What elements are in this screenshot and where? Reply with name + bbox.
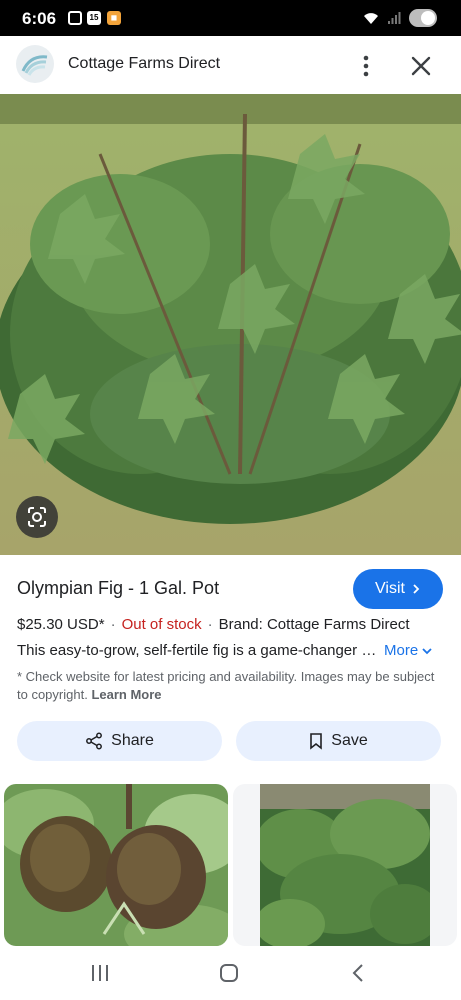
app-notification-icon: ◼ — [107, 11, 121, 25]
learn-more-link[interactable]: Learn More — [91, 687, 161, 702]
disclaimer-text: * Check website for latest pricing and a… — [17, 669, 435, 702]
wifi-icon — [364, 13, 378, 24]
separator: · — [207, 616, 213, 633]
more-button[interactable]: More — [384, 642, 433, 659]
system-nav-bar — [0, 946, 461, 1000]
price-row: $25.30 USD* · Out of stock · Brand: Cottage … — [17, 616, 410, 633]
disclaimer: * Check website for latest pricing and a… — [17, 668, 437, 704]
close-icon[interactable] — [407, 52, 435, 80]
description-row: This easy-to-grow, self-fertile fig is a… — [17, 642, 447, 659]
price: $25.30 USD* — [17, 616, 105, 633]
signal-icon — [388, 12, 401, 24]
chevron-down-icon — [422, 647, 432, 654]
status-right-group — [363, 9, 437, 27]
screenshot-icon — [68, 11, 82, 25]
more-vert-icon[interactable] — [352, 52, 380, 80]
more-label: More — [384, 642, 419, 659]
back-icon[interactable] — [345, 960, 373, 986]
separator: · — [110, 616, 116, 633]
stock-status: Out of stock — [121, 616, 202, 633]
lens-search-button[interactable] — [16, 496, 58, 538]
related-image-bush[interactable] — [233, 784, 457, 946]
bookmark-icon — [310, 733, 323, 750]
site-logo[interactable] — [16, 45, 54, 83]
save-button[interactable]: Save — [236, 721, 441, 761]
status-time: 6:06 — [22, 9, 57, 28]
recent-apps-icon[interactable] — [86, 960, 114, 986]
share-button[interactable]: Share — [17, 721, 222, 761]
product-title: Olympian Fig - 1 Gal. Pot — [17, 578, 220, 598]
site-name[interactable]: Cottage Farms Direct — [68, 55, 220, 73]
visit-label: Visit — [375, 580, 405, 597]
calendar-icon: 15 — [87, 11, 101, 25]
share-label: Share — [111, 732, 154, 749]
chevron-right-icon — [413, 584, 420, 594]
product-image[interactable] — [0, 94, 461, 555]
description: This easy-to-grow, self-fertile fig is a… — [17, 642, 379, 659]
share-icon — [86, 732, 103, 750]
status-bar: 6:06 15 ◼ — [0, 0, 461, 36]
visit-button[interactable]: Visit — [353, 569, 443, 609]
related-image-figs[interactable] — [4, 784, 228, 946]
source-header: Cottage Farms Direct — [0, 36, 461, 94]
toggle-icon — [409, 9, 437, 27]
related-image-bush-photo — [260, 784, 430, 946]
home-icon[interactable] — [215, 960, 243, 986]
lens-icon — [28, 507, 46, 527]
save-label: Save — [331, 732, 368, 749]
brand: Brand: Cottage Farms Direct — [218, 616, 410, 633]
